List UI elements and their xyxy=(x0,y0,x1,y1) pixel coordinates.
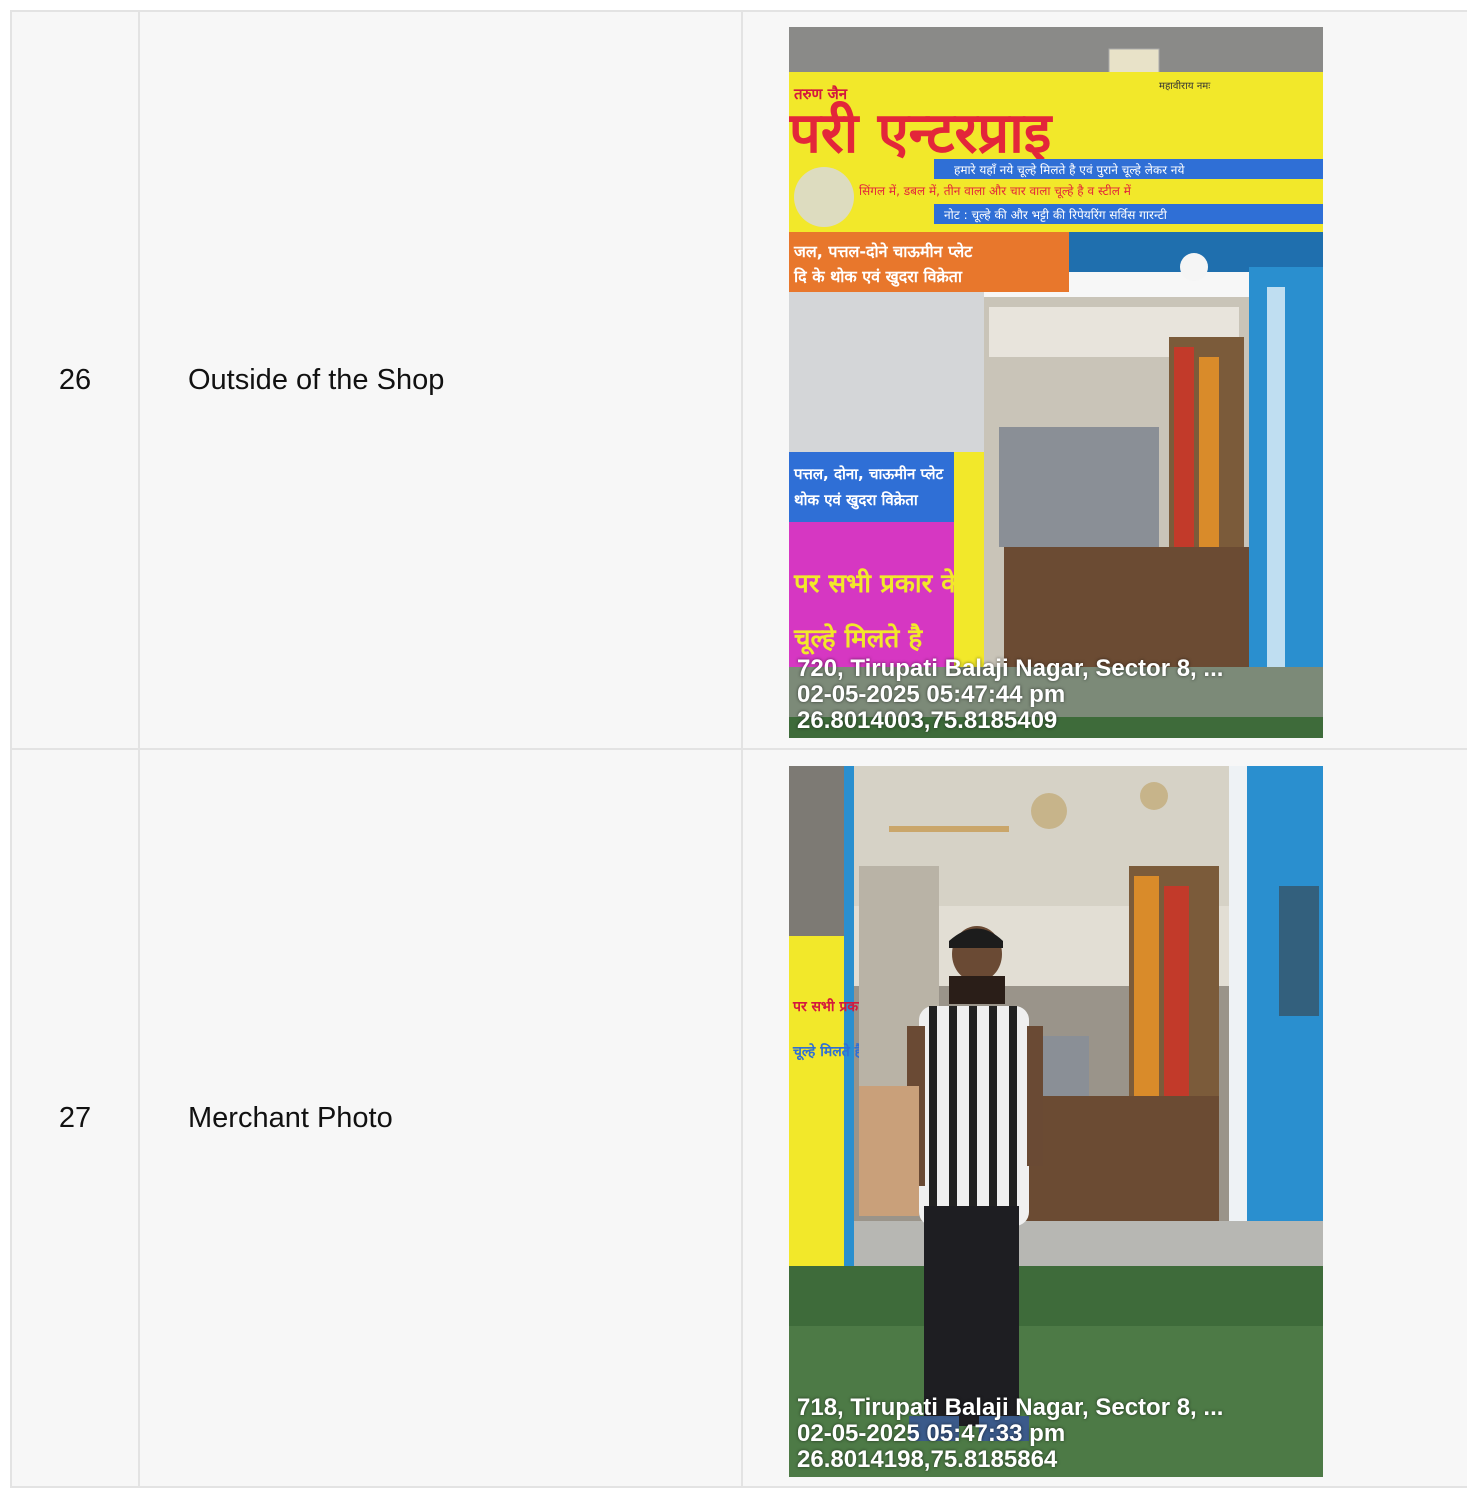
photo-cell: तरुण जैन महावीराय नमः परी एन्टरप्राइ हमा… xyxy=(741,10,1467,750)
geotag-coords: 26.8014003,75.8185409 xyxy=(797,707,1058,734)
photo-geotag: 718, Tirupati Balaji Nagar, Sector 8, ..… xyxy=(797,1395,1223,1473)
sign-text: जल, पत्तल-दोने चाऊमीन प्लेट xyxy=(793,242,973,261)
photo-geotag: 720, Tirupati Balaji Nagar, Sector 8, ..… xyxy=(797,656,1223,734)
sign-text: पत्तल, दोना, चाऊमीन प्लेट xyxy=(793,465,945,483)
sign-text: नोट : चूल्हे की और भट्टी की रिपेयरिंग सर… xyxy=(944,208,1168,223)
merchant-photo: पर सभी प्रकार चूल्हे मिलते है 718, Tirup… xyxy=(789,766,1323,1477)
sign-text: चूल्हे मिलते है xyxy=(793,623,923,655)
table-row: 27 Merchant Photo पर सभी प्रकार चूल्हे म… xyxy=(10,748,1467,1488)
geotag-datetime: 02-05-2025 05:47:33 pm xyxy=(797,1420,1066,1447)
sign-text: परी एन्टरप्राइ xyxy=(789,100,1054,166)
sign-text: दि के थोक एवं खुदरा विक्रेता xyxy=(793,267,963,287)
sign-text: महावीराय नमः xyxy=(1159,80,1211,92)
geotag-address: 718, Tirupati Balaji Nagar, Sector 8, ..… xyxy=(797,1394,1224,1421)
sign-text: पर सभी प्रकार के xyxy=(793,568,962,599)
geotag-datetime: 02-05-2025 05:47:44 pm xyxy=(797,681,1066,708)
sign-text: थोक एवं खुदरा विक्रेता xyxy=(794,491,919,510)
photo-cell: पर सभी प्रकार चूल्हे मिलते है 718, Tirup… xyxy=(741,748,1467,1488)
shop-front-photo: तरुण जैन महावीराय नमः परी एन्टरप्राइ हमा… xyxy=(789,27,1323,738)
sign-text: चूल्हे मिलते है xyxy=(792,1043,863,1061)
geotag-coords: 26.8014198,75.8185864 xyxy=(797,1446,1058,1473)
row-number: 26 xyxy=(10,10,140,750)
sign-text: हमारे यहाँ नये चूल्हे मिलते है एवं पुरान… xyxy=(954,163,1185,178)
sign-text: पर सभी प्रकार xyxy=(792,998,869,1015)
row-number: 27 xyxy=(10,748,140,1488)
geotag-address: 720, Tirupati Balaji Nagar, Sector 8, ..… xyxy=(797,655,1224,682)
row-label: Merchant Photo xyxy=(138,748,743,1488)
report-table: 26 Outside of the Shop तरुण जैन महावीराय… xyxy=(10,10,1467,1488)
sign-text: सिंगल में, डबल में, तीन वाला और चार वाला… xyxy=(859,184,1132,199)
table-row: 26 Outside of the Shop तरुण जैन महावीराय… xyxy=(10,10,1467,750)
row-label: Outside of the Shop xyxy=(138,10,743,750)
